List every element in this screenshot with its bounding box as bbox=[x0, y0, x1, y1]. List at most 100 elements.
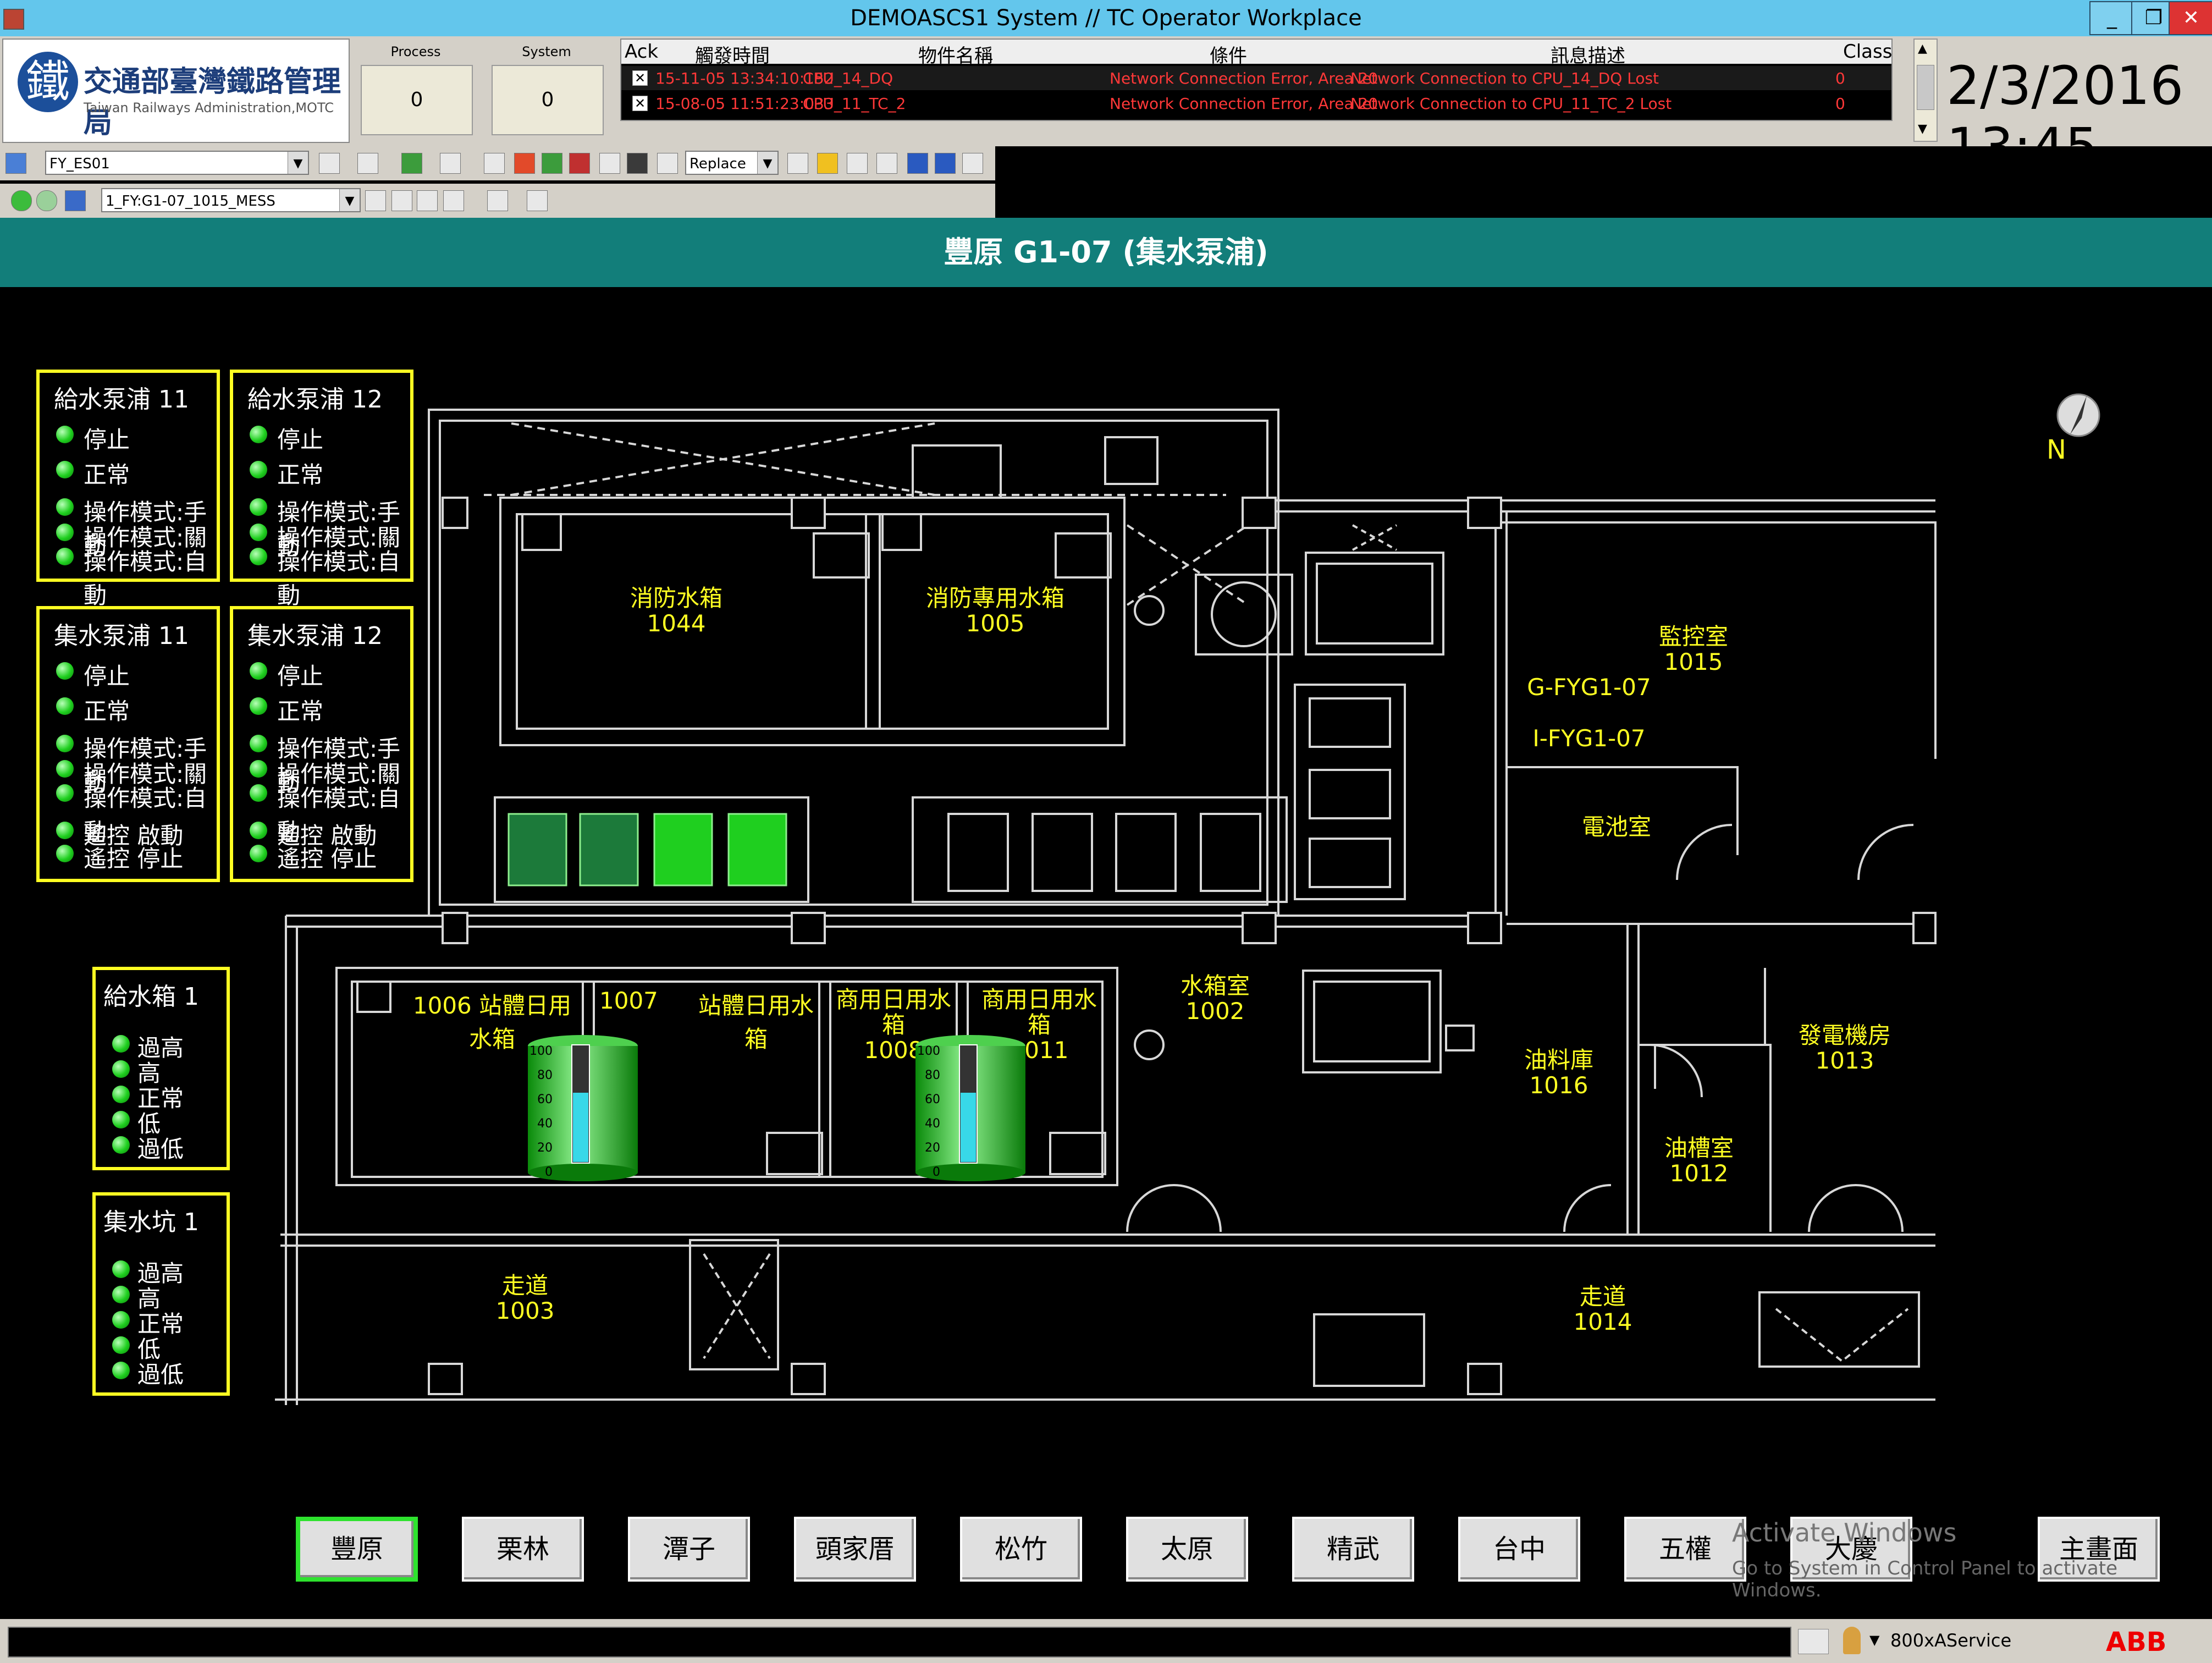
pump-panel-sump-12[interactable]: 集水泵浦 12 停止 正常 操作模式:手動 操作模式:關 操作模式:自動 遙控 … bbox=[230, 606, 413, 882]
nav-station-jingwu[interactable]: 精武 bbox=[1292, 1517, 1414, 1582]
chevron-down-icon[interactable]: ▼ bbox=[757, 152, 777, 174]
level-panel-sump-1[interactable]: 集水坑 1 過高 高 正常 低 過低 bbox=[92, 1192, 230, 1396]
search-icon[interactable] bbox=[484, 153, 505, 174]
process-counter[interactable]: 0 bbox=[361, 65, 473, 135]
nav-station-lilin[interactable]: 栗林 bbox=[462, 1517, 584, 1582]
mode-combo[interactable]: Replace ▼ bbox=[685, 151, 779, 175]
level-led bbox=[112, 1060, 130, 1078]
chevron-down-icon[interactable]: ▼ bbox=[288, 152, 308, 174]
status-led bbox=[56, 697, 74, 715]
tank-1006[interactable]: 100 80 60 40 20 0 bbox=[525, 1034, 641, 1182]
room-1013: 發電機房 1013 bbox=[1798, 1022, 1891, 1074]
status-label: 停止 bbox=[277, 426, 324, 453]
status-led bbox=[56, 524, 74, 541]
col-class[interactable]: Class bbox=[1843, 41, 1892, 63]
chart-icon[interactable] bbox=[401, 153, 422, 174]
nav-station-songzhu[interactable]: 松竹 bbox=[960, 1517, 1082, 1582]
col-condition[interactable]: 條件 bbox=[1210, 41, 1247, 68]
nav-station-wuquan[interactable]: 五權 bbox=[1624, 1517, 1746, 1582]
alarm-row[interactable]: ✕ 15-11-05 13:34:10:152 CPU_14_DQ Networ… bbox=[621, 66, 1891, 90]
workplace-icon[interactable] bbox=[5, 153, 26, 174]
star-icon[interactable] bbox=[817, 153, 838, 174]
tra-emblem-icon: 鐵 bbox=[18, 52, 78, 112]
status-led bbox=[56, 845, 74, 862]
save-icon[interactable] bbox=[627, 153, 648, 174]
area-combo[interactable]: FY_ES01 ▼ bbox=[45, 151, 309, 175]
pump-panel-feed-12[interactable]: 給水泵浦 12 停止 正常 操作模式:手動 操作模式:關 操作模式:自動 bbox=[230, 370, 413, 609]
nav-station-taiyuan[interactable]: 太原 bbox=[1126, 1517, 1248, 1582]
room-1007: 1007 bbox=[599, 987, 658, 1014]
pump-panel-sump-11[interactable]: 集水泵浦 11 停止 正常 操作模式:手動 操作模式:關 操作模式:自動 遙控 … bbox=[36, 606, 220, 882]
ack-checkbox[interactable]: ✕ bbox=[632, 70, 648, 86]
tool-icon[interactable] bbox=[357, 153, 378, 174]
level-label: 過低 bbox=[137, 1136, 184, 1163]
tool-icon[interactable] bbox=[487, 190, 508, 211]
alarm-scrollbar[interactable]: ▲ ▼ bbox=[1913, 38, 1938, 142]
close-icon[interactable] bbox=[962, 153, 983, 174]
alarm-message: Network Connection to CPU_14_DQ Lost bbox=[1350, 69, 1659, 87]
print-icon[interactable] bbox=[847, 153, 868, 174]
tool-icon[interactable] bbox=[319, 153, 340, 174]
alarm-row[interactable]: ✕ 15-08-05 11:51:23:033 CPU_11_TC_2 Netw… bbox=[621, 91, 1891, 115]
activation-watermark-title: Activate Windows bbox=[1732, 1518, 1957, 1548]
room-1003: 走道 1003 bbox=[495, 1272, 555, 1324]
minimize-button[interactable]: _ bbox=[2089, 1, 2134, 35]
tool-icon[interactable] bbox=[443, 190, 464, 211]
list-icon[interactable] bbox=[514, 153, 535, 174]
cursor-icon[interactable] bbox=[657, 153, 678, 174]
back-icon[interactable] bbox=[11, 190, 32, 211]
scale-label: 0 bbox=[545, 1165, 553, 1179]
scale-label: 100 bbox=[529, 1044, 553, 1058]
document-icon[interactable] bbox=[599, 153, 620, 174]
preview-icon[interactable] bbox=[876, 153, 897, 174]
nav-station-toujiacuo[interactable]: 頭家厝 bbox=[794, 1517, 916, 1582]
download-icon[interactable] bbox=[365, 190, 386, 211]
compass-north-label: N bbox=[2046, 434, 2066, 465]
status-led bbox=[250, 735, 267, 752]
system-counter[interactable]: 0 bbox=[492, 65, 604, 135]
nav-station-tanzi[interactable]: 潭子 bbox=[628, 1517, 750, 1582]
status-label: 正常 bbox=[84, 461, 130, 488]
link-icon[interactable] bbox=[391, 190, 412, 211]
tool-icon[interactable] bbox=[417, 190, 438, 211]
list-icon[interactable] bbox=[542, 153, 562, 174]
status-label: 停止 bbox=[277, 663, 324, 690]
document-icon[interactable] bbox=[527, 190, 548, 211]
stop-icon[interactable] bbox=[569, 153, 590, 174]
tank-1008[interactable]: 100 80 60 40 20 0 bbox=[913, 1034, 1028, 1182]
col-message[interactable]: 訊息描述 bbox=[1551, 41, 1625, 68]
scroll-down-icon[interactable]: ▼ bbox=[1918, 122, 1927, 136]
level-panel-feed-tank-1[interactable]: 給水箱 1 過高 高 正常 低 過低 bbox=[92, 967, 230, 1170]
scroll-thumb[interactable] bbox=[1917, 65, 1934, 110]
info-icon[interactable] bbox=[935, 153, 956, 174]
process-label: Process bbox=[390, 44, 441, 59]
help-icon[interactable] bbox=[907, 153, 928, 174]
room-1007-name: 站體日用水箱 bbox=[698, 992, 814, 1053]
col-object[interactable]: 物件名稱 bbox=[918, 41, 993, 68]
col-ack[interactable]: Ack bbox=[625, 41, 658, 63]
status-led bbox=[250, 524, 267, 541]
col-time[interactable]: 觸發時間 bbox=[695, 41, 770, 68]
close-button[interactable]: ✕ bbox=[2169, 1, 2212, 35]
chevron-down-icon[interactable]: ▼ bbox=[339, 189, 360, 211]
chevron-down-icon[interactable]: ▼ bbox=[1869, 1632, 1879, 1648]
forward-icon[interactable] bbox=[36, 190, 57, 211]
nav-station-fengyuan[interactable]: 豐原 bbox=[296, 1517, 418, 1582]
scroll-up-icon[interactable]: ▲ bbox=[1918, 42, 1927, 56]
user-name[interactable]: 800xAService bbox=[1890, 1630, 2011, 1651]
status-led bbox=[250, 845, 267, 862]
pump-panel-feed-11[interactable]: 給水泵浦 11 停止 正常 操作模式:手動 操作模式:關 操作模式:自動 bbox=[36, 370, 220, 609]
grid-icon[interactable] bbox=[440, 153, 461, 174]
window-icon[interactable] bbox=[787, 153, 808, 174]
status-led bbox=[56, 461, 74, 478]
scale-label: 60 bbox=[925, 1093, 940, 1106]
nav-station-taichung[interactable]: 台中 bbox=[1458, 1517, 1580, 1582]
ack-checkbox[interactable]: ✕ bbox=[632, 96, 648, 111]
alarm-list[interactable]: Ack 觸發時間 物件名稱 條件 訊息描述 Class ✕ 15-11-05 1… bbox=[620, 38, 1893, 121]
user-icon[interactable] bbox=[1843, 1627, 1861, 1654]
display-combo[interactable]: 1_FY:G1-07_1015_MESS ▼ bbox=[101, 188, 361, 212]
computer-icon[interactable] bbox=[65, 190, 86, 211]
device-g-fyg1-07: G-FYG1-07 bbox=[1527, 674, 1651, 701]
keyboard-icon[interactable] bbox=[1798, 1629, 1829, 1654]
pump-set[interactable] bbox=[508, 813, 787, 886]
